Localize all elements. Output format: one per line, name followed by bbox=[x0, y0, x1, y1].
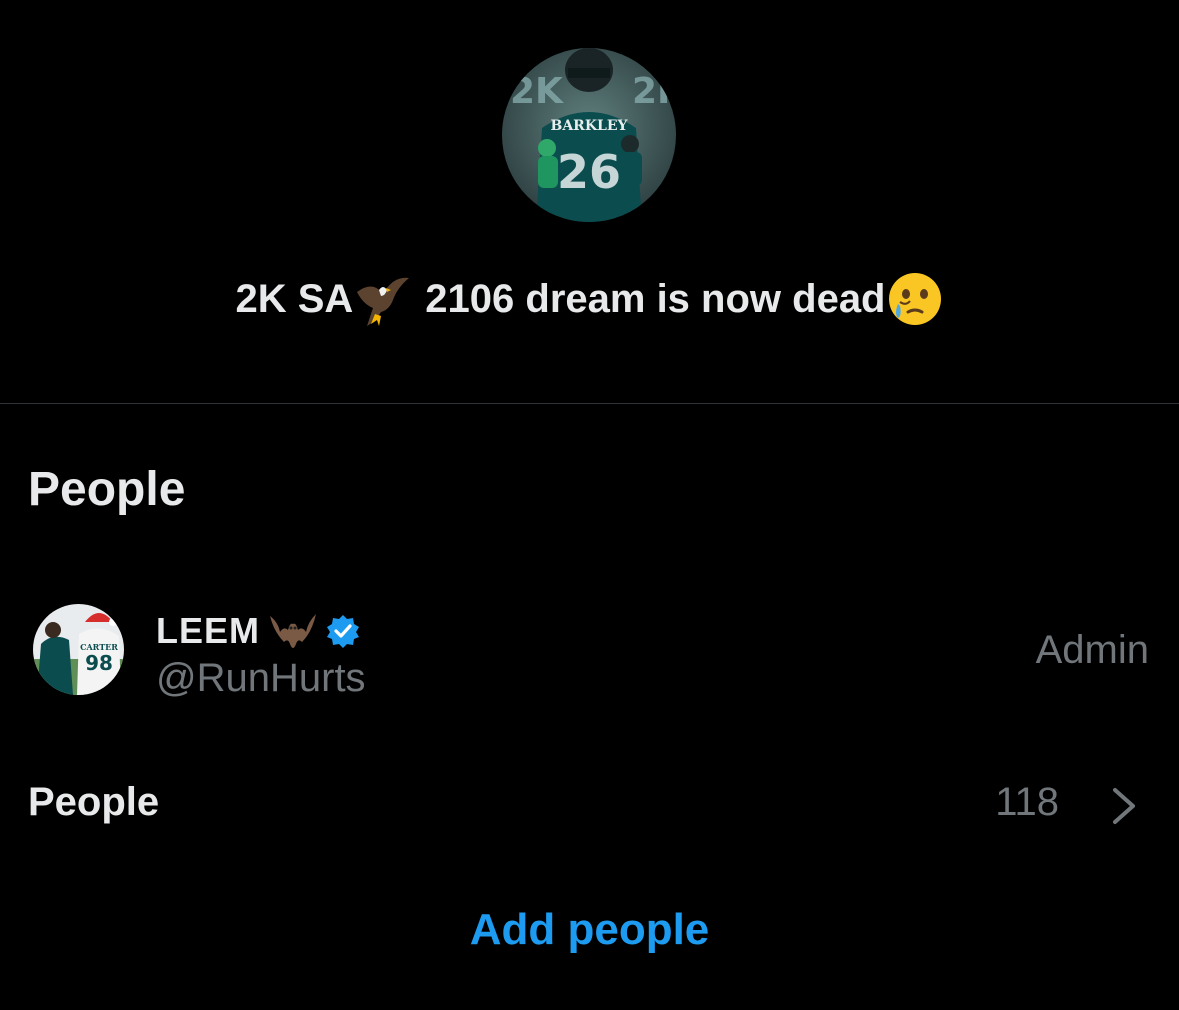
svg-text:2K: 2K bbox=[632, 71, 676, 112]
chevron-right-icon bbox=[1109, 784, 1139, 828]
group-name: 2K SA 2106 dream is now dead bbox=[0, 270, 1179, 328]
svg-text:2K: 2K bbox=[510, 71, 564, 112]
add-people-button[interactable]: Add people bbox=[0, 905, 1179, 955]
member-row[interactable]: CARTER 98 LEEM @RunHurts Admin bbox=[0, 596, 1179, 708]
member-name: LEEM bbox=[156, 608, 360, 654]
verified-badge-icon bbox=[326, 614, 360, 648]
bat-icon bbox=[268, 608, 318, 654]
people-section-title: People bbox=[28, 463, 186, 516]
member-handle: @RunHurts bbox=[156, 656, 366, 700]
svg-text:26: 26 bbox=[557, 145, 621, 199]
face-holding-back-tears-icon bbox=[886, 270, 944, 328]
svg-text:BARKLEY: BARKLEY bbox=[550, 118, 628, 134]
svg-text:98: 98 bbox=[85, 651, 113, 675]
group-name-suffix: 2106 dream is now dead bbox=[425, 276, 886, 321]
group-avatar[interactable]: 2K 2K BARKLEY 26 bbox=[502, 48, 676, 222]
people-count: 118 bbox=[995, 780, 1059, 824]
people-list-row[interactable]: People 118 bbox=[0, 770, 1179, 840]
member-avatar[interactable]: CARTER 98 bbox=[33, 604, 124, 695]
member-display-name: LEEM bbox=[156, 610, 261, 651]
group-name-prefix: 2K SA bbox=[235, 276, 354, 321]
section-divider bbox=[0, 403, 1179, 404]
people-row-label: People bbox=[28, 780, 160, 824]
eagle-icon bbox=[353, 270, 411, 328]
member-role-badge: Admin bbox=[1035, 628, 1149, 672]
